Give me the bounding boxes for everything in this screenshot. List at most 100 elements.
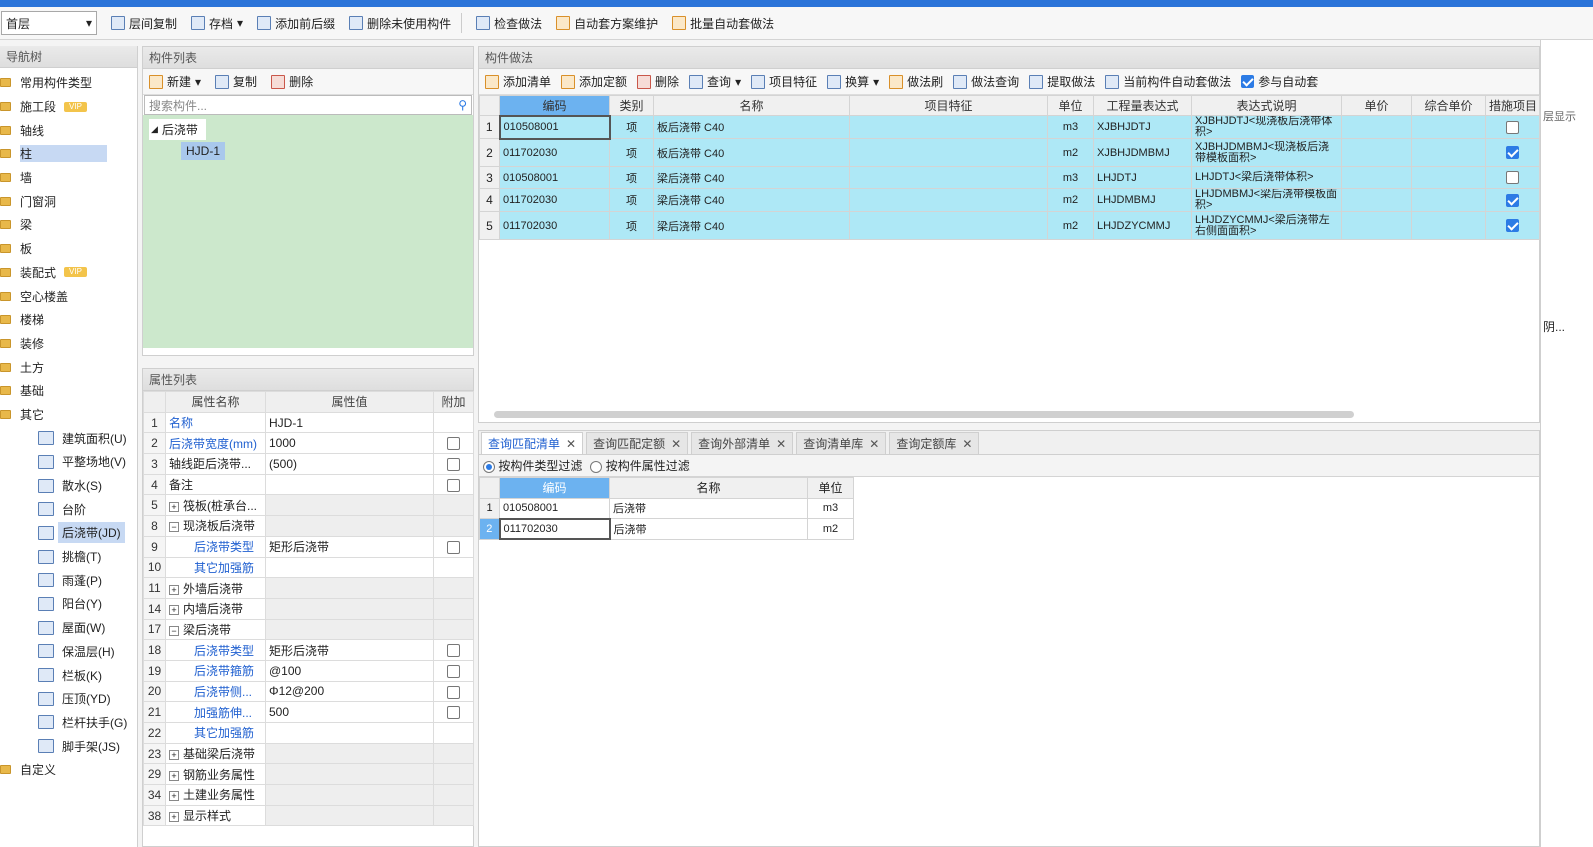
cell-unit[interactable]: m3 xyxy=(1047,115,1094,139)
delete-button[interactable]: 删除 xyxy=(271,73,313,90)
archive-button[interactable]: 存档 ▾ xyxy=(191,15,243,32)
cell-name[interactable]: 梁后浇带 C40 xyxy=(653,166,850,189)
attach-checkbox[interactable] xyxy=(447,437,460,451)
nav-item[interactable]: 装配式 VIP xyxy=(0,261,137,285)
cell-unit[interactable]: m3 xyxy=(807,497,854,519)
property-row[interactable]: 21 加强筋伸... 500 xyxy=(143,701,474,723)
expand-icon[interactable]: + xyxy=(169,750,179,761)
property-value[interactable] xyxy=(265,763,434,786)
expand-icon[interactable]: + xyxy=(169,791,179,802)
col-header[interactable]: 综合单价 xyxy=(1411,95,1486,116)
query-tab-2[interactable]: 查询外部清单 ✕ xyxy=(691,432,794,454)
delete-unused-button[interactable]: 删除未使用构件 xyxy=(349,15,451,32)
cell-measure[interactable] xyxy=(1485,115,1540,139)
query-tab-4[interactable]: 查询定额库 ✕ xyxy=(889,432,980,454)
filter-attr-radio[interactable]: 按构件属性过滤 xyxy=(590,457,690,474)
method-row[interactable]: 5 011702030 项梁后浇带 C40 m2 LHJDZYCMMJ LHJDZYCMM… xyxy=(479,211,1540,240)
method-tool-4[interactable]: 项目特征 xyxy=(751,73,817,90)
measure-checkbox[interactable] xyxy=(1506,219,1519,232)
property-value[interactable] xyxy=(265,556,434,579)
nav-item[interactable]: 板 xyxy=(0,237,137,261)
property-row[interactable]: 20 后浇带侧... Φ12@200 xyxy=(143,680,474,703)
nav-subitem[interactable]: 栏板(K) xyxy=(0,663,137,687)
cell-total[interactable] xyxy=(1411,188,1486,212)
method-tool-0[interactable]: 添加清单 xyxy=(485,73,551,90)
nav-subitem[interactable]: 平整场地(V) xyxy=(0,450,137,474)
method-tool-9[interactable]: 当前构件自动套做法 xyxy=(1105,73,1231,90)
cell-code[interactable]: 011702030 xyxy=(499,138,610,167)
property-attach[interactable] xyxy=(433,639,474,661)
attach-checkbox[interactable] xyxy=(447,664,460,678)
nav-subitem[interactable]: 挑檐(T) xyxy=(0,545,137,569)
cell-price[interactable] xyxy=(1341,166,1412,189)
expand-icon[interactable]: + xyxy=(169,812,179,823)
property-value[interactable] xyxy=(265,597,434,620)
nav-item[interactable]: 自定义 xyxy=(0,758,137,782)
cell-unit[interactable]: m2 xyxy=(1047,211,1094,240)
nav-item[interactable]: 楼梯 xyxy=(0,308,137,332)
method-tool-8[interactable]: 提取做法 xyxy=(1029,73,1095,90)
nav-subitem[interactable]: 压顶(YD) xyxy=(0,687,137,711)
cell-total[interactable] xyxy=(1411,211,1486,240)
cell-feature[interactable] xyxy=(849,138,1048,167)
col-header[interactable]: 项目特征 xyxy=(849,95,1048,116)
nav-subitem[interactable]: 栏杆扶手(G) xyxy=(0,711,137,735)
close-icon[interactable]: ✕ xyxy=(671,437,681,451)
cell-desc[interactable]: LHJDTJ<梁后浇带体积> xyxy=(1191,166,1342,189)
close-icon[interactable]: ✕ xyxy=(869,437,879,451)
property-attach[interactable] xyxy=(433,453,474,475)
copy-button[interactable]: 复制 xyxy=(215,73,257,90)
check-method-button[interactable]: 检查做法 xyxy=(476,15,542,32)
property-attach[interactable] xyxy=(433,473,474,496)
attach-checkbox[interactable] xyxy=(447,685,460,699)
cell-desc[interactable]: LHJDZYCMMJ<梁后浇带左右侧面面积> xyxy=(1191,211,1342,240)
cell-unit[interactable]: m3 xyxy=(1047,166,1094,189)
query-tab-3[interactable]: 查询清单库 ✕ xyxy=(796,432,887,454)
method-tool-1[interactable]: 添加定额 xyxy=(561,73,627,90)
nav-subitem[interactable]: 建筑面积(U) xyxy=(0,426,137,450)
nav-subitem[interactable]: 阳台(Y) xyxy=(0,592,137,616)
attach-checkbox[interactable] xyxy=(447,644,460,658)
method-tool-6[interactable]: 做法刷 xyxy=(889,73,943,90)
nav-subitem[interactable]: 脚手架(JS) xyxy=(0,734,137,758)
query-tab-0[interactable]: 查询匹配清单 ✕ xyxy=(481,432,584,454)
property-row[interactable]: 1 名称 HJD-1 xyxy=(143,411,474,434)
col-header[interactable]: 工程量表达式 xyxy=(1093,95,1192,116)
cell-unit[interactable]: m2 xyxy=(1047,138,1094,167)
close-icon[interactable]: ✕ xyxy=(776,437,786,451)
property-value[interactable] xyxy=(265,473,434,496)
add-prefix-suffix-button[interactable]: 添加前后缀 xyxy=(257,15,335,32)
cell-desc[interactable]: LHJDMBMJ<梁后浇带模板面积> xyxy=(1191,188,1342,212)
cell-desc[interactable]: XJBHJDMBMJ<现浇板后浇带模板面积> xyxy=(1191,138,1342,167)
property-value[interactable]: 500 xyxy=(265,701,434,723)
method-row[interactable]: 4 011702030 项梁后浇带 C40 m2 LHJDMBMJ LHJDMBMJ<梁后… xyxy=(479,188,1540,212)
auto-scheme-button[interactable]: 自动套方案维护 xyxy=(556,15,658,32)
cell-type[interactable]: 项 xyxy=(609,115,654,139)
cell-type[interactable]: 项 xyxy=(609,138,654,167)
cell-price[interactable] xyxy=(1341,138,1412,167)
property-row[interactable]: 38 + 显示样式 xyxy=(143,804,474,827)
nav-item[interactable]: 其它 xyxy=(0,403,137,427)
cell-unit[interactable]: m2 xyxy=(1047,188,1094,212)
nav-item[interactable]: 施工段 VIP xyxy=(0,95,137,119)
col-header[interactable]: 类别 xyxy=(609,95,654,116)
property-attach[interactable] xyxy=(433,535,474,558)
property-row[interactable]: 34 + 土建业务属性 xyxy=(143,784,474,806)
nav-subitem[interactable]: 散水(S) xyxy=(0,474,137,498)
cell-price[interactable] xyxy=(1341,115,1412,139)
cell-code[interactable]: 010508001 xyxy=(498,114,611,140)
query-row[interactable]: 2 011702030 后浇带 m2 xyxy=(479,517,854,540)
property-row[interactable]: 29 + 钢筋业务属性 xyxy=(143,763,474,786)
attach-checkbox[interactable] xyxy=(447,706,460,720)
property-row[interactable]: 5 + 筏板(桩承台... xyxy=(143,494,474,517)
close-icon[interactable]: ✕ xyxy=(962,437,972,451)
cell-total[interactable] xyxy=(1411,166,1486,189)
property-row[interactable]: 22 其它加强筋 xyxy=(143,722,474,744)
method-tool-10[interactable]: 参与自动套 xyxy=(1241,73,1318,90)
col-header[interactable]: 措施项目 xyxy=(1485,95,1540,116)
collapse-icon[interactable]: − xyxy=(169,625,179,636)
measure-checkbox[interactable] xyxy=(1506,193,1519,207)
cell-code[interactable]: 011702030 xyxy=(499,211,610,240)
cell-name[interactable]: 后浇带 xyxy=(609,518,808,540)
attach-checkbox[interactable] xyxy=(447,478,460,492)
